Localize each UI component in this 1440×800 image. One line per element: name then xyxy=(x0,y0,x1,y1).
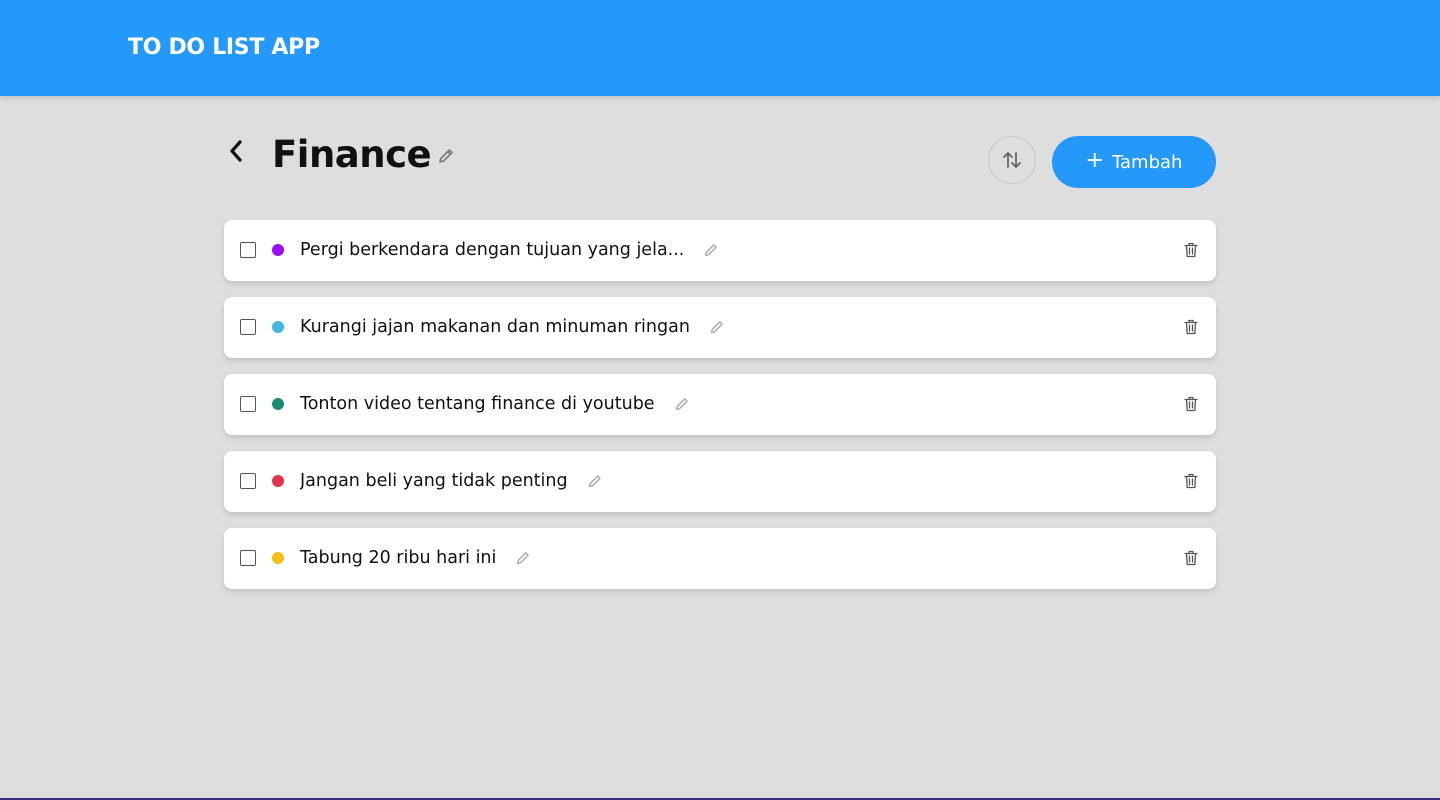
todo-text-wrap: Tabung 20 ribu hari ini xyxy=(300,545,532,571)
pencil-icon xyxy=(710,321,723,334)
edit-title-button[interactable] xyxy=(436,146,456,166)
todo-checkbox[interactable] xyxy=(240,396,256,412)
todo-item: Tabung 20 ribu hari ini xyxy=(224,528,1216,589)
title-row: Finance + Tambah xyxy=(224,120,1216,220)
todo-text-wrap: Pergi berkendara dengan tujuan yang jela… xyxy=(300,237,720,263)
app-header: TO DO LIST APP xyxy=(0,0,1440,96)
todo-item: Jangan beli yang tidak penting xyxy=(224,451,1216,512)
edit-todo-button[interactable] xyxy=(708,318,726,336)
priority-dot xyxy=(272,398,284,410)
app-title: TO DO LIST APP xyxy=(128,35,320,60)
trash-icon xyxy=(1184,319,1198,335)
delete-todo-button[interactable] xyxy=(1182,394,1200,414)
pencil-icon xyxy=(439,149,453,163)
chevron-left-icon xyxy=(230,140,242,162)
back-button[interactable] xyxy=(224,138,248,164)
edit-todo-button[interactable] xyxy=(586,472,604,490)
edit-todo-button[interactable] xyxy=(702,241,720,259)
priority-dot xyxy=(272,321,284,333)
todo-text: Kurangi jajan makanan dan minuman ringan xyxy=(300,317,690,337)
todo-list: Pergi berkendara dengan tujuan yang jela… xyxy=(224,220,1216,589)
priority-dot xyxy=(272,244,284,256)
pencil-icon xyxy=(675,398,688,411)
trash-icon xyxy=(1184,473,1198,489)
trash-icon xyxy=(1184,550,1198,566)
todo-text: Pergi berkendara dengan tujuan yang jela… xyxy=(300,240,685,260)
todo-text-wrap: Tonton video tentang finance di youtube xyxy=(300,391,691,417)
edit-todo-button[interactable] xyxy=(514,549,532,567)
priority-dot xyxy=(272,552,284,564)
main-content: Finance + Tambah Pergi berkendara dengan… xyxy=(224,120,1216,605)
todo-text: Jangan beli yang tidak penting xyxy=(300,471,568,491)
priority-dot xyxy=(272,475,284,487)
edit-todo-button[interactable] xyxy=(673,395,691,413)
delete-todo-button[interactable] xyxy=(1182,548,1200,568)
sort-button[interactable] xyxy=(988,136,1036,184)
trash-icon xyxy=(1184,396,1198,412)
pencil-icon xyxy=(588,475,601,488)
trash-icon xyxy=(1184,242,1198,258)
todo-checkbox[interactable] xyxy=(240,242,256,258)
add-button[interactable]: + Tambah xyxy=(1052,136,1216,188)
todo-checkbox[interactable] xyxy=(240,319,256,335)
todo-text: Tabung 20 ribu hari ini xyxy=(300,548,497,568)
pencil-icon xyxy=(705,244,718,257)
todo-text: Tonton video tentang finance di youtube xyxy=(300,394,655,414)
todo-item: Kurangi jajan makanan dan minuman ringan xyxy=(224,297,1216,358)
todo-item: Tonton video tentang finance di youtube xyxy=(224,374,1216,435)
add-button-label: Tambah xyxy=(1111,151,1183,173)
delete-todo-button[interactable] xyxy=(1182,240,1200,260)
plus-icon: + xyxy=(1085,148,1104,173)
todo-text-wrap: Jangan beli yang tidak penting xyxy=(300,468,604,494)
sort-arrows-icon xyxy=(1003,152,1021,168)
todo-text-wrap: Kurangi jajan makanan dan minuman ringan xyxy=(300,314,726,340)
delete-todo-button[interactable] xyxy=(1182,317,1200,337)
pencil-icon xyxy=(517,552,530,565)
delete-todo-button[interactable] xyxy=(1182,471,1200,491)
page-title: Finance xyxy=(272,133,432,176)
todo-checkbox[interactable] xyxy=(240,473,256,489)
todo-checkbox[interactable] xyxy=(240,550,256,566)
todo-item: Pergi berkendara dengan tujuan yang jela… xyxy=(224,220,1216,281)
